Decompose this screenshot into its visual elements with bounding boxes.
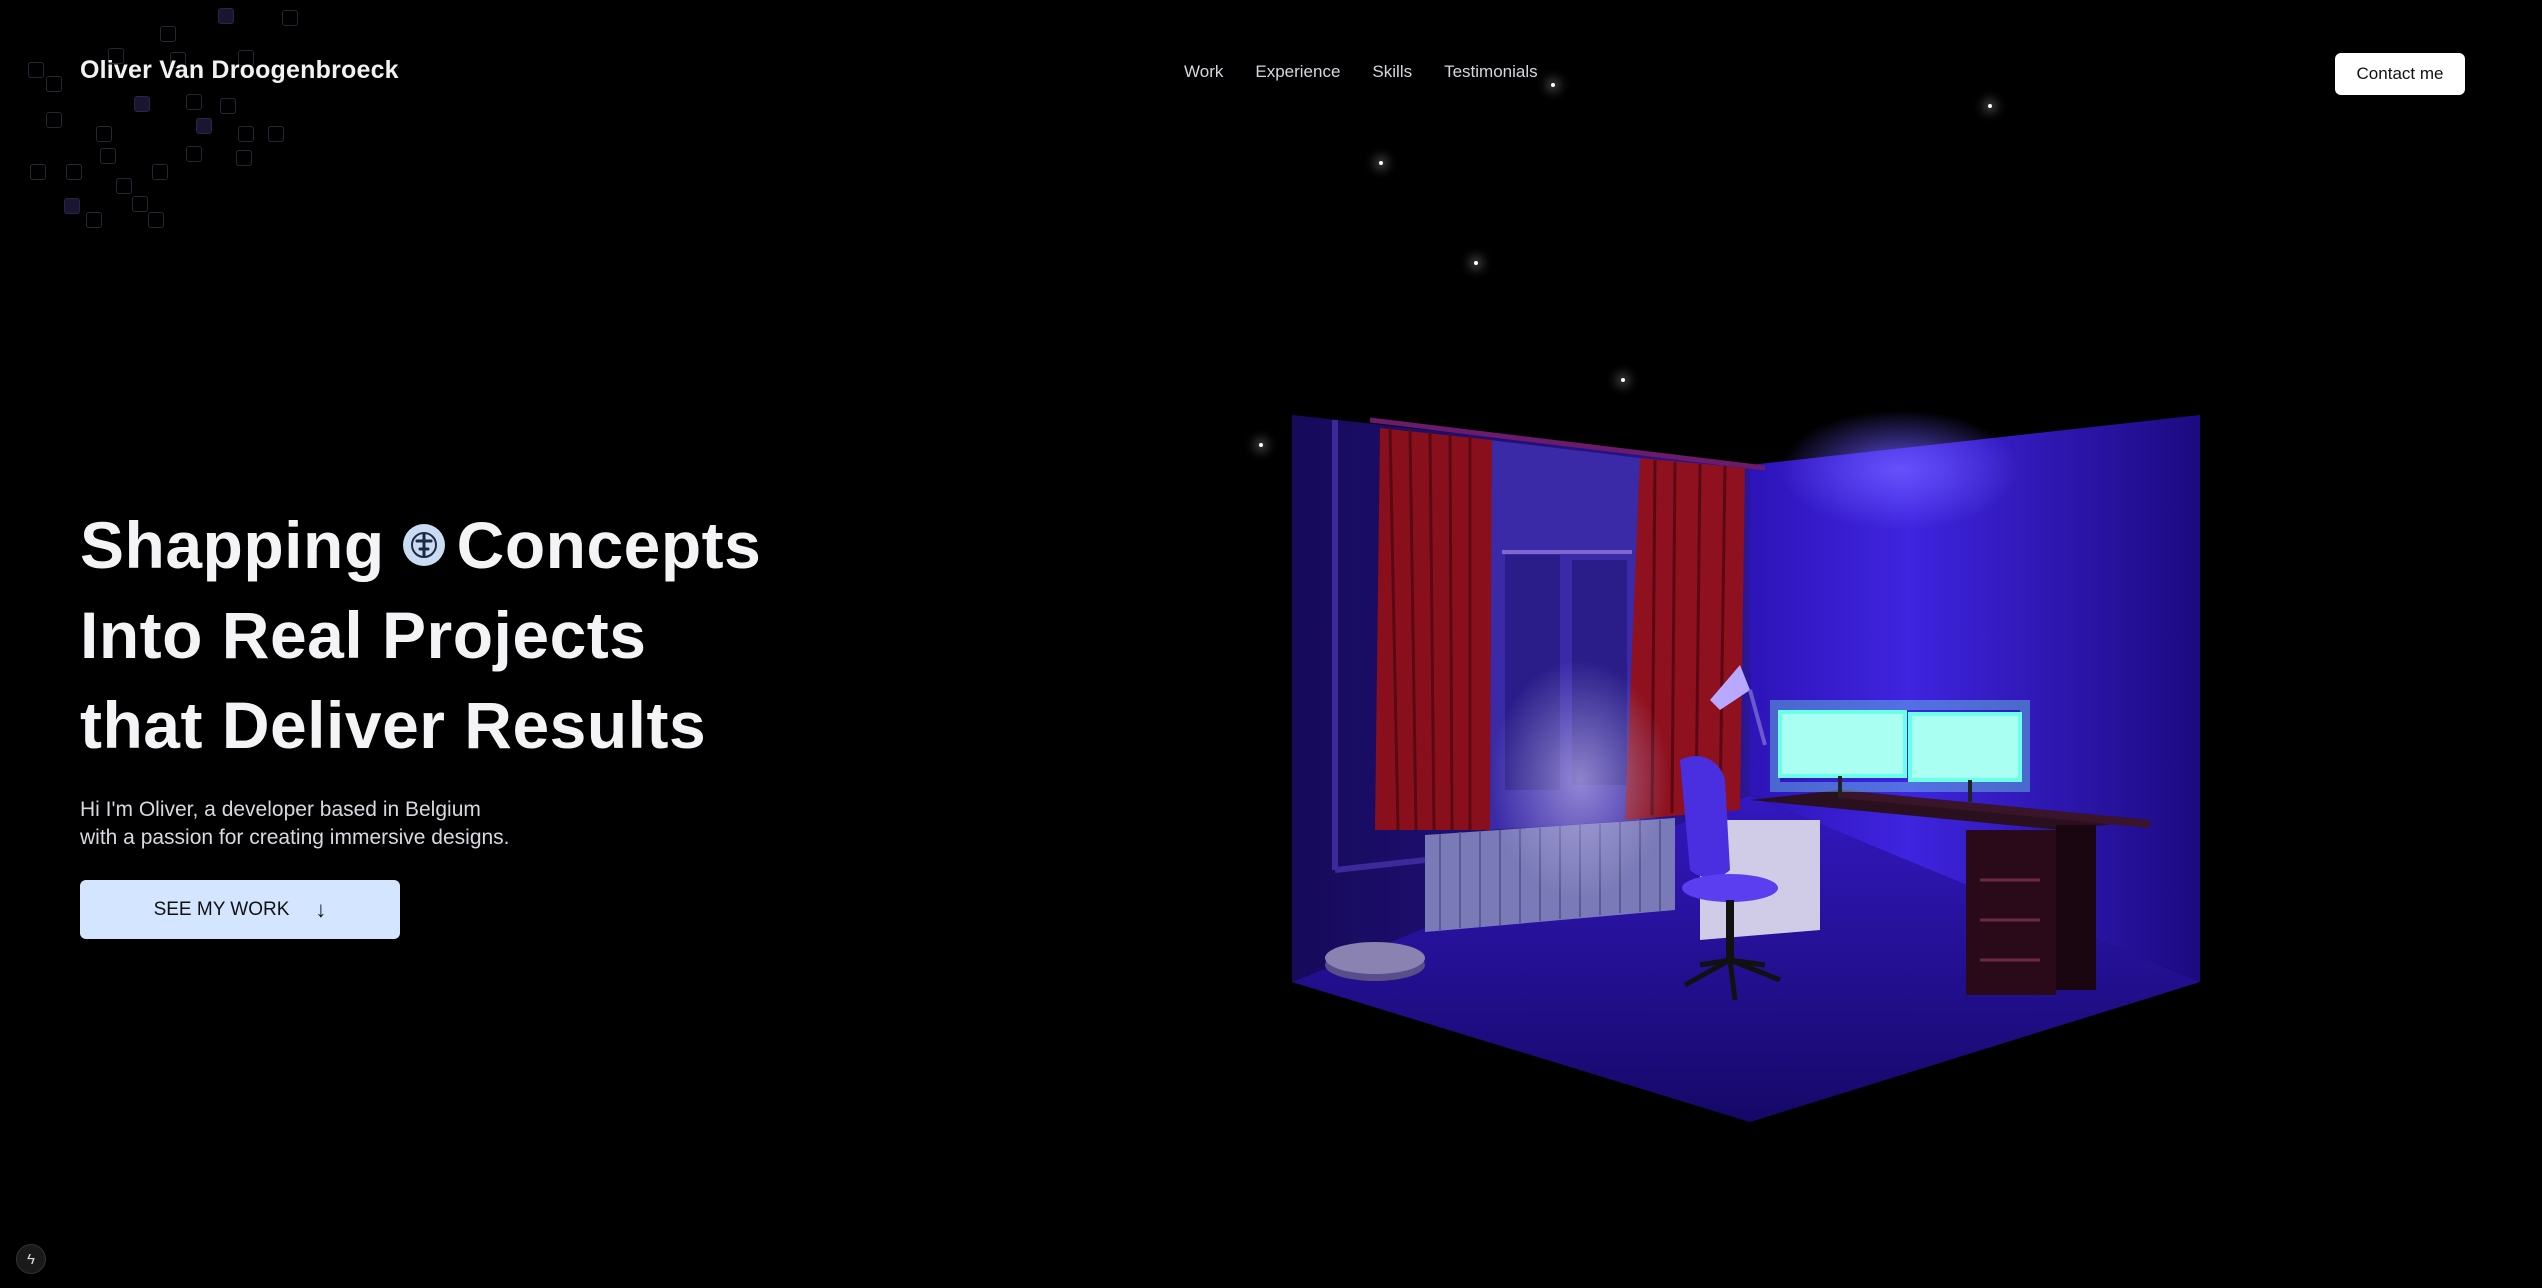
hero-title-line-2: Into Real Projects xyxy=(80,598,647,672)
bolt-icon[interactable]: ϟ xyxy=(16,1244,46,1274)
decorative-square xyxy=(46,112,62,128)
hero-title-part-1: Shapping xyxy=(80,508,385,582)
hero-title: Shapping Concepts Into Real Projects that… xyxy=(80,500,761,770)
decorative-square xyxy=(236,150,252,166)
decorative-squares xyxy=(0,0,300,240)
hero-title-line-1: Shapping Concepts xyxy=(80,500,761,590)
decorative-square xyxy=(64,198,80,214)
decorative-square xyxy=(28,62,44,78)
decorative-square xyxy=(196,118,212,134)
arrow-down-icon: ↓ xyxy=(315,896,327,922)
decorative-square xyxy=(134,96,150,112)
contact-button[interactable]: Contact me xyxy=(2335,53,2465,95)
nav-work[interactable]: Work xyxy=(1184,62,1223,82)
decorative-square xyxy=(148,212,164,228)
decorative-square xyxy=(66,164,82,180)
decorative-square xyxy=(220,98,236,114)
decorative-square xyxy=(46,76,62,92)
see-my-work-label: SEE MY WORK xyxy=(153,898,290,920)
hero-intro-line-1: Hi I'm Oliver, a developer based in Belg… xyxy=(80,798,481,821)
decorative-square xyxy=(218,8,234,24)
decorative-square xyxy=(238,126,254,142)
decorative-square xyxy=(186,146,202,162)
see-my-work-button[interactable]: SEE MY WORK ↓ xyxy=(80,880,400,939)
ideas-icon xyxy=(402,523,445,566)
main-nav: Work Experience Skills Testimonials xyxy=(1184,62,1538,82)
nav-testimonials[interactable]: Testimonials xyxy=(1444,62,1538,82)
star-decoration xyxy=(1621,378,1625,382)
hero-intro-line-2: with a passion for creating immersive de… xyxy=(80,826,510,849)
decorative-square xyxy=(268,126,284,142)
decorative-square xyxy=(160,26,176,42)
decorative-square xyxy=(100,148,116,164)
hero-title-line-3: that Deliver Results xyxy=(80,688,707,762)
site-brand[interactable]: Oliver Van Droogenbroeck xyxy=(80,56,399,85)
decorative-square xyxy=(132,196,148,212)
hero-intro: Hi I'm Oliver, a developer based in Belg… xyxy=(80,796,510,852)
decorative-square xyxy=(30,164,46,180)
decorative-square xyxy=(96,126,112,142)
decorative-square xyxy=(86,212,102,228)
star-decoration xyxy=(1379,161,1383,165)
star-decoration xyxy=(1259,443,1263,447)
decorative-square xyxy=(282,10,298,26)
star-decoration xyxy=(1988,104,1992,108)
decorative-square xyxy=(152,164,168,180)
hero-title-part-2: Concepts xyxy=(456,508,762,582)
star-decoration xyxy=(1474,261,1478,265)
room-scene-illustration xyxy=(1292,410,2200,1122)
decorative-square xyxy=(116,178,132,194)
decorative-square xyxy=(186,94,202,110)
nav-experience[interactable]: Experience xyxy=(1255,62,1340,82)
nav-skills[interactable]: Skills xyxy=(1372,62,1412,82)
star-decoration xyxy=(1551,83,1555,87)
